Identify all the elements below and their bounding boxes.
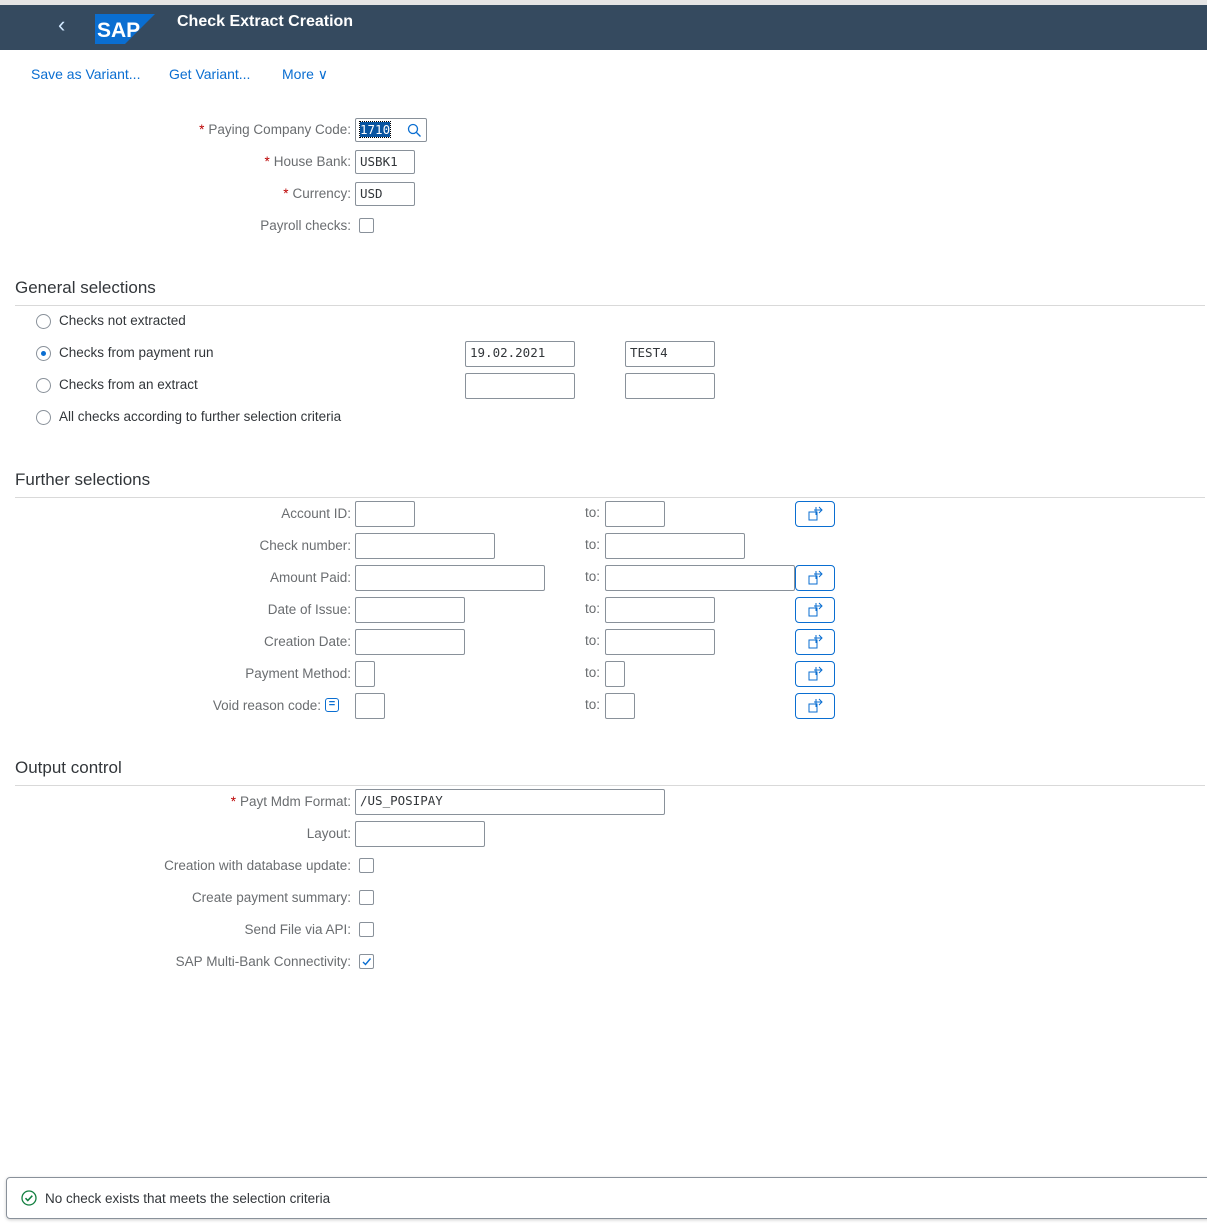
to-input[interactable] <box>605 661 625 687</box>
payroll-checks-checkbox[interactable] <box>359 218 374 233</box>
to-input[interactable] <box>605 501 665 527</box>
to-input[interactable] <box>605 629 715 655</box>
identification-input[interactable] <box>625 373 715 399</box>
success-check-icon <box>21 1190 37 1206</box>
to-label: to: <box>585 601 601 616</box>
from-input[interactable] <box>355 661 375 687</box>
divider <box>15 497 1205 498</box>
multiple-selection-button[interactable] <box>795 565 835 591</box>
app-title: Check Extract Creation <box>177 13 354 30</box>
payroll-checks-label: Payroll checks: <box>260 218 351 233</box>
save-as-variant-button[interactable]: Save as Variant... <box>31 66 140 82</box>
radio-label[interactable]: Checks from an extract <box>59 377 198 392</box>
required-asterisk: * <box>264 154 270 169</box>
multiple-selection-icon <box>808 698 823 713</box>
from-input[interactable] <box>355 501 415 527</box>
required-asterisk: * <box>230 794 236 809</box>
field-label: Account ID: <box>281 506 351 521</box>
checkbox-label: SAP Multi-Bank Connectivity: <box>175 954 351 969</box>
to-label: to: <box>585 505 601 520</box>
field-label: Amount Paid: <box>269 570 351 585</box>
to-label: to: <box>585 697 601 712</box>
field-label: * Payt Mdm Format: <box>230 794 351 809</box>
multiple-selection-icon <box>808 634 823 649</box>
from-input[interactable] <box>355 693 385 719</box>
radio-button[interactable] <box>36 378 51 393</box>
to-label: to: <box>585 537 601 552</box>
radio-button[interactable] <box>36 314 51 329</box>
to-label: to: <box>585 569 601 584</box>
currency-input[interactable]: USD <box>355 182 415 206</box>
section-title-general: General selections <box>15 278 156 297</box>
payt-mdm-format-input[interactable]: /US_POSIPAY <box>355 789 665 815</box>
date-input[interactable] <box>465 373 575 399</box>
from-input[interactable] <box>355 597 465 623</box>
status-message: No check exists that meets the selection… <box>45 1191 331 1206</box>
to-input[interactable] <box>605 565 795 591</box>
sap-logo: SAP <box>95 14 155 44</box>
radio-label[interactable]: All checks according to further selectio… <box>59 409 341 424</box>
multiple-selection-button[interactable] <box>795 597 835 623</box>
field-label: Check number: <box>259 538 351 553</box>
multiple-selection-icon <box>808 666 823 681</box>
required-asterisk: * <box>199 122 205 137</box>
checkbox-label: Create payment summary: <box>191 890 351 905</box>
multiple-selection-button[interactable] <box>795 501 835 527</box>
multiple-selection-button[interactable] <box>795 661 835 687</box>
radio-label[interactable]: Checks from payment run <box>59 345 214 360</box>
multiple-selection-button[interactable] <box>795 629 835 655</box>
multiple-selection-icon <box>808 506 823 521</box>
multiple-selection-icon <box>808 602 823 617</box>
list-icon[interactable]: = <box>325 698 339 712</box>
identification-input[interactable]: TEST4 <box>625 341 715 367</box>
field-label: Creation Date: <box>263 634 351 649</box>
multiple-selection-button[interactable] <box>795 693 835 719</box>
to-input[interactable] <box>605 693 635 719</box>
more-label: More <box>282 66 314 82</box>
radio-label[interactable]: Checks not extracted <box>59 313 186 328</box>
date-input[interactable]: 19.02.2021 <box>465 341 575 367</box>
checkbox[interactable] <box>359 954 374 969</box>
chevron-down-icon: ∨ <box>317 66 329 82</box>
section-title-further: Further selections <box>15 470 151 489</box>
get-variant-button[interactable]: Get Variant... <box>169 66 250 82</box>
to-input[interactable] <box>605 597 715 623</box>
field-label: Date of Issue: <box>267 602 351 617</box>
field-label: * House Bank: <box>264 154 351 169</box>
status-bar: No check exists that meets the selection… <box>6 1177 1207 1219</box>
required-asterisk: * <box>283 186 289 201</box>
checkbox[interactable] <box>359 890 374 905</box>
paying-company-code-input[interactable]: 1710 <box>355 118 427 142</box>
field-label: Void reason code: <box>212 698 321 713</box>
layout-input[interactable] <box>355 821 485 847</box>
from-input[interactable] <box>355 533 495 559</box>
to-label: to: <box>585 665 601 680</box>
to-input[interactable] <box>605 533 745 559</box>
search-icon[interactable] <box>407 123 422 138</box>
checkmark-icon <box>362 958 372 966</box>
multiple-selection-icon <box>808 570 823 585</box>
checkbox[interactable] <box>359 922 374 937</box>
divider <box>15 785 1205 786</box>
svg-text:SAP: SAP <box>97 19 140 42</box>
house-bank-input[interactable]: USBK1 <box>355 150 415 174</box>
checkbox-label: Creation with database update: <box>164 858 351 873</box>
from-input[interactable] <box>355 565 545 591</box>
field-label: * Paying Company Code: <box>199 122 351 137</box>
section-title-output: Output control <box>15 758 122 777</box>
radio-button[interactable] <box>36 410 51 425</box>
checkbox-label: Send File via API: <box>244 922 351 937</box>
checkbox[interactable] <box>359 858 374 873</box>
field-label: * Currency: <box>283 186 351 201</box>
from-input[interactable] <box>355 629 465 655</box>
divider <box>15 305 1205 306</box>
radio-button[interactable] <box>36 346 51 361</box>
more-button[interactable]: More ∨ <box>282 66 328 83</box>
field-label: Payment Method: <box>245 666 351 681</box>
to-label: to: <box>585 633 601 648</box>
chevron-left-icon[interactable]: ‹ <box>58 12 65 38</box>
field-label: Layout: <box>306 826 351 841</box>
